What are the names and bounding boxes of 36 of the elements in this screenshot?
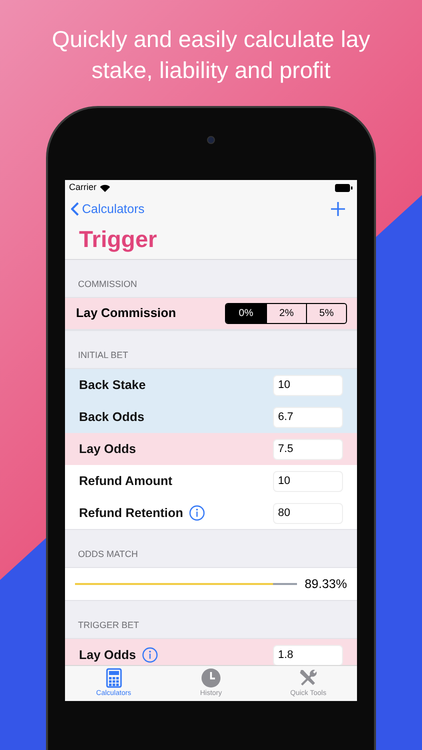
input-field[interactable]: 1.8 [273, 644, 343, 665]
clock-icon [200, 668, 221, 688]
row-label: Back Odds [79, 408, 144, 426]
battery-icon [335, 184, 353, 192]
row-label: Back Stake [79, 376, 146, 394]
camera-icon [207, 136, 215, 144]
section-header: INITIAL BET [78, 348, 128, 362]
segment[interactable]: 5% [306, 304, 346, 323]
section-header: TRIGGER BET [78, 618, 140, 632]
row-label: Lay Commission [76, 305, 178, 322]
info-icon[interactable] [142, 647, 158, 663]
back-button[interactable]: Calculators [71, 200, 145, 218]
segment[interactable]: 0% [226, 304, 266, 323]
row-label: Lay Odds [79, 440, 136, 458]
carrier-label: Carrier [69, 181, 97, 194]
wifi-icon [100, 184, 110, 192]
input-field[interactable]: 10 [273, 470, 343, 492]
add-icon[interactable] [331, 202, 345, 216]
section-header: ODDS MATCH [78, 548, 138, 560]
chevron-left-icon [71, 202, 79, 216]
row-label: Lay Odds [79, 646, 136, 664]
input-field[interactable]: 6.7 [273, 406, 343, 428]
input-field[interactable]: 7.5 [273, 438, 343, 460]
input-field[interactable]: 10 [273, 374, 343, 396]
page-title: Trigger [65, 224, 357, 260]
row-label: Refund Amount [79, 472, 172, 490]
odds-match-value: 89.33% [304, 576, 347, 593]
segmented-control[interactable]: 0% 2% 5% [225, 303, 347, 324]
info-icon[interactable] [189, 505, 206, 521]
headline: Quickly and easily calculate lay stake, liability and profit [50, 25, 372, 85]
calculator-icon [106, 668, 122, 688]
input-field[interactable]: 80 [273, 502, 343, 524]
tools-icon [298, 668, 318, 688]
row-label: Refund Retention [79, 504, 184, 522]
section-header: COMMISSION [78, 278, 138, 290]
segment[interactable]: 2% [266, 304, 306, 323]
